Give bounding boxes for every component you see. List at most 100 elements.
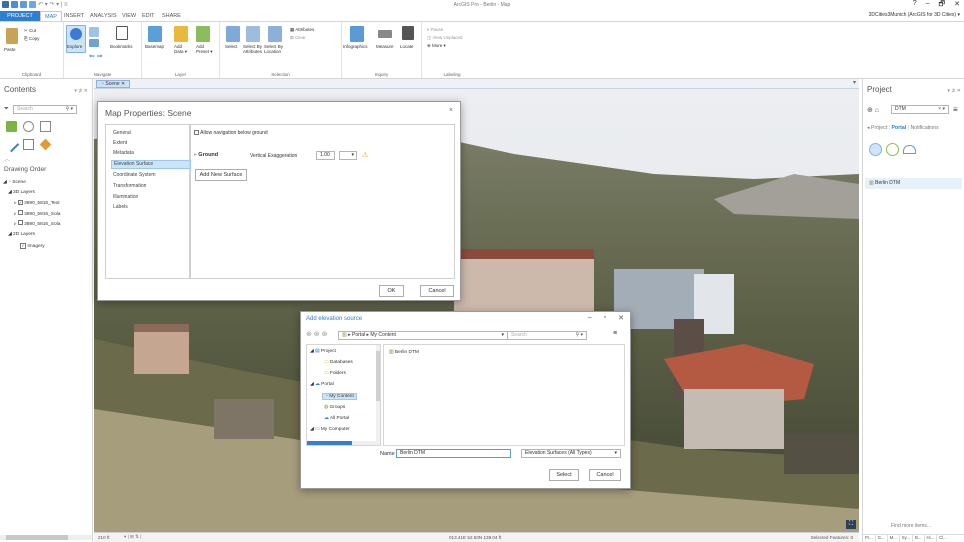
pane-options-icon[interactable]: ▾ ⊅ ✕	[74, 88, 88, 94]
tab-hi[interactable]: Hi...	[925, 535, 938, 542]
tab-portal[interactable]: Portal	[891, 125, 906, 131]
tab-m[interactable]: M...	[888, 535, 900, 542]
close-icon[interactable]: ✕	[618, 314, 624, 322]
name-input[interactable]: Berlin DTM	[396, 449, 511, 458]
select-by-location-icon[interactable]	[268, 26, 282, 42]
tree-item-layer-2[interactable]: ▹ 3890_5816_Sola	[14, 210, 60, 217]
tree-hscrollbar[interactable]	[307, 441, 378, 445]
help-icon[interactable]: ?	[913, 0, 917, 11]
ground-surface[interactable]: ▸ Ground	[194, 152, 218, 158]
select-by-attributes-icon[interactable]	[246, 26, 260, 42]
tab-insert[interactable]: INSERT	[60, 11, 88, 21]
close-icon[interactable]: ×	[449, 107, 453, 114]
infographics-icon[interactable]	[350, 26, 364, 42]
tree-portal[interactable]: ◢ ☁ Portal	[310, 382, 334, 387]
restore-icon[interactable]: 🗗	[939, 0, 946, 11]
collapse-icon[interactable]: ︿	[4, 154, 10, 163]
filter-icon[interactable]: ⏷	[4, 106, 9, 113]
select-button[interactable]: Select	[549, 469, 579, 481]
scale-dropdown-icon[interactable]: ▾ | ⊞ ⇅ |	[124, 534, 142, 540]
groups-icon[interactable]	[886, 143, 899, 156]
add-data-label[interactable]: Add Data ▾	[174, 44, 187, 54]
selected-features[interactable]: Selected Features: 0	[811, 535, 853, 540]
error-warning-icon[interactable]: ⚠	[362, 151, 368, 159]
basemap-label[interactable]: Basemap	[145, 44, 164, 49]
zoom-grid-icon[interactable]	[89, 39, 99, 47]
back-icon[interactable]: ⊕ ⌂	[867, 106, 879, 114]
tree-scrollbar[interactable]	[376, 345, 380, 445]
tab-b[interactable]: B...	[913, 535, 925, 542]
nav-illumination[interactable]: Illumination	[113, 194, 138, 200]
my-content-icon[interactable]	[869, 143, 882, 156]
project-search-input[interactable]: DTM × ▾	[891, 105, 949, 114]
result-item[interactable]: ▥ Berlin DTM	[865, 178, 962, 189]
select-icon[interactable]	[226, 26, 240, 42]
item-berlin-dtm[interactable]: ▥ Berlin DTM	[389, 350, 419, 355]
tree-item-layer-3[interactable]: ▹ 3890_5816_Sola	[14, 220, 60, 227]
tab-notifications[interactable]: Notifications	[910, 125, 938, 131]
nav-coordinate-system[interactable]: Coordinate System	[113, 172, 156, 178]
contents-scrollbar[interactable]	[0, 535, 92, 540]
tab-g[interactable]: G...	[876, 535, 888, 542]
tab-share[interactable]: SHARE	[158, 11, 185, 21]
cancel-button[interactable]: Cancel	[420, 285, 454, 297]
scene-tab[interactable]: ◔ Scene ✕	[96, 80, 131, 88]
type-filter-dropdown[interactable]: Elevation Surfaces (All Types) ▾	[521, 449, 621, 458]
selection-icon[interactable]	[40, 121, 51, 132]
clear-button[interactable]: ⊠ Clear	[290, 35, 306, 41]
select-by-location-label[interactable]: Select By Location	[264, 44, 283, 54]
tree-groups[interactable]: ◍ Groups	[324, 405, 345, 410]
nav-transformation[interactable]: Transformation	[113, 183, 146, 189]
add-preset-icon[interactable]	[196, 26, 210, 42]
tree-my-content[interactable]: ◔ My Content	[322, 393, 357, 400]
pause-button[interactable]: ⏸ Pause	[427, 27, 443, 32]
measure-label[interactable]: Measure	[376, 44, 394, 49]
navigator-icon[interactable]: ⛶	[846, 520, 856, 529]
cut-button[interactable]: ✂ Cut	[24, 28, 36, 34]
scale-label[interactable]: 210 ft	[98, 535, 110, 540]
surface-color-dropdown[interactable]: ▾	[339, 151, 357, 160]
snapping-icon[interactable]	[23, 139, 34, 150]
view-options-icon[interactable]: ≡	[613, 330, 617, 337]
nav-elevation-surface[interactable]: Elevation Surface	[111, 160, 191, 169]
close-icon[interactable]: ✕	[954, 0, 960, 11]
locate-icon[interactable]	[402, 26, 414, 40]
add-new-surface-button[interactable]: Add New Surface	[195, 169, 247, 181]
infographics-label[interactable]: Infographics	[343, 44, 368, 49]
tab-map[interactable]: MAP	[40, 11, 62, 21]
drawing-order-icon[interactable]	[6, 121, 17, 132]
minimize-icon[interactable]: –	[926, 0, 930, 11]
measure-icon[interactable]	[378, 30, 392, 38]
add-preset-label[interactable]: Add Preset ▾	[196, 44, 213, 54]
menu-icon[interactable]: ≡	[953, 105, 958, 114]
back-forward-icon[interactable]: ⇐ ⇒	[89, 52, 103, 60]
zoom-full-icon[interactable]	[89, 27, 99, 37]
tree-folders[interactable]: ▭ Folders	[324, 371, 346, 376]
nav-extent[interactable]: Extent	[113, 140, 127, 146]
minimize-icon[interactable]: –	[588, 314, 592, 322]
tree-item-2d-layers[interactable]: ◢ 2D Layers	[8, 232, 35, 237]
allow-navigation-checkbox[interactable]: Allow navigation below ground	[194, 130, 268, 136]
nav-arrows-icon[interactable]: ⊛ ⊛ ⊛	[306, 330, 328, 338]
maximize-icon[interactable]: ▫	[604, 314, 606, 322]
labeling-icon[interactable]	[39, 138, 52, 151]
tree-item-scene[interactable]: ◢ ◔ Scene	[3, 180, 26, 185]
view-unplaced-button[interactable]: ◫ View Unplaced	[427, 35, 462, 41]
bookmarks-label[interactable]: Bookmarks	[110, 44, 133, 49]
dialog-search-input[interactable]: Search ⚲ ▾	[507, 331, 587, 340]
select-by-attributes-label[interactable]: Select By Attributes	[243, 44, 262, 54]
path-breadcrumb[interactable]: ▥ ▸ Portal ▸ My Content ▾	[338, 331, 508, 340]
tab-view[interactable]: VIEW	[118, 11, 140, 21]
paste-icon[interactable]	[6, 28, 18, 44]
tree-databases[interactable]: ▭ Databases	[324, 360, 353, 365]
copy-button[interactable]: ⎘ Copy	[24, 36, 39, 41]
tree-item-3d-layers[interactable]: ◢ 3D Layers	[8, 190, 35, 195]
all-portal-icon[interactable]	[903, 145, 916, 154]
tree-my-computer[interactable]: ◢ ▭ My Computer	[310, 427, 350, 432]
tab-analysis[interactable]: ANALYSIS	[86, 11, 121, 21]
basemap-icon[interactable]	[148, 26, 162, 42]
find-more-link[interactable]: Find more items...	[891, 523, 931, 529]
contents-search-input[interactable]: Search ⚲ ▾	[13, 105, 77, 114]
tab-sy[interactable]: Sy...	[900, 535, 914, 542]
pane-options-icon[interactable]: ▾ ⊅ ✕	[947, 88, 961, 94]
